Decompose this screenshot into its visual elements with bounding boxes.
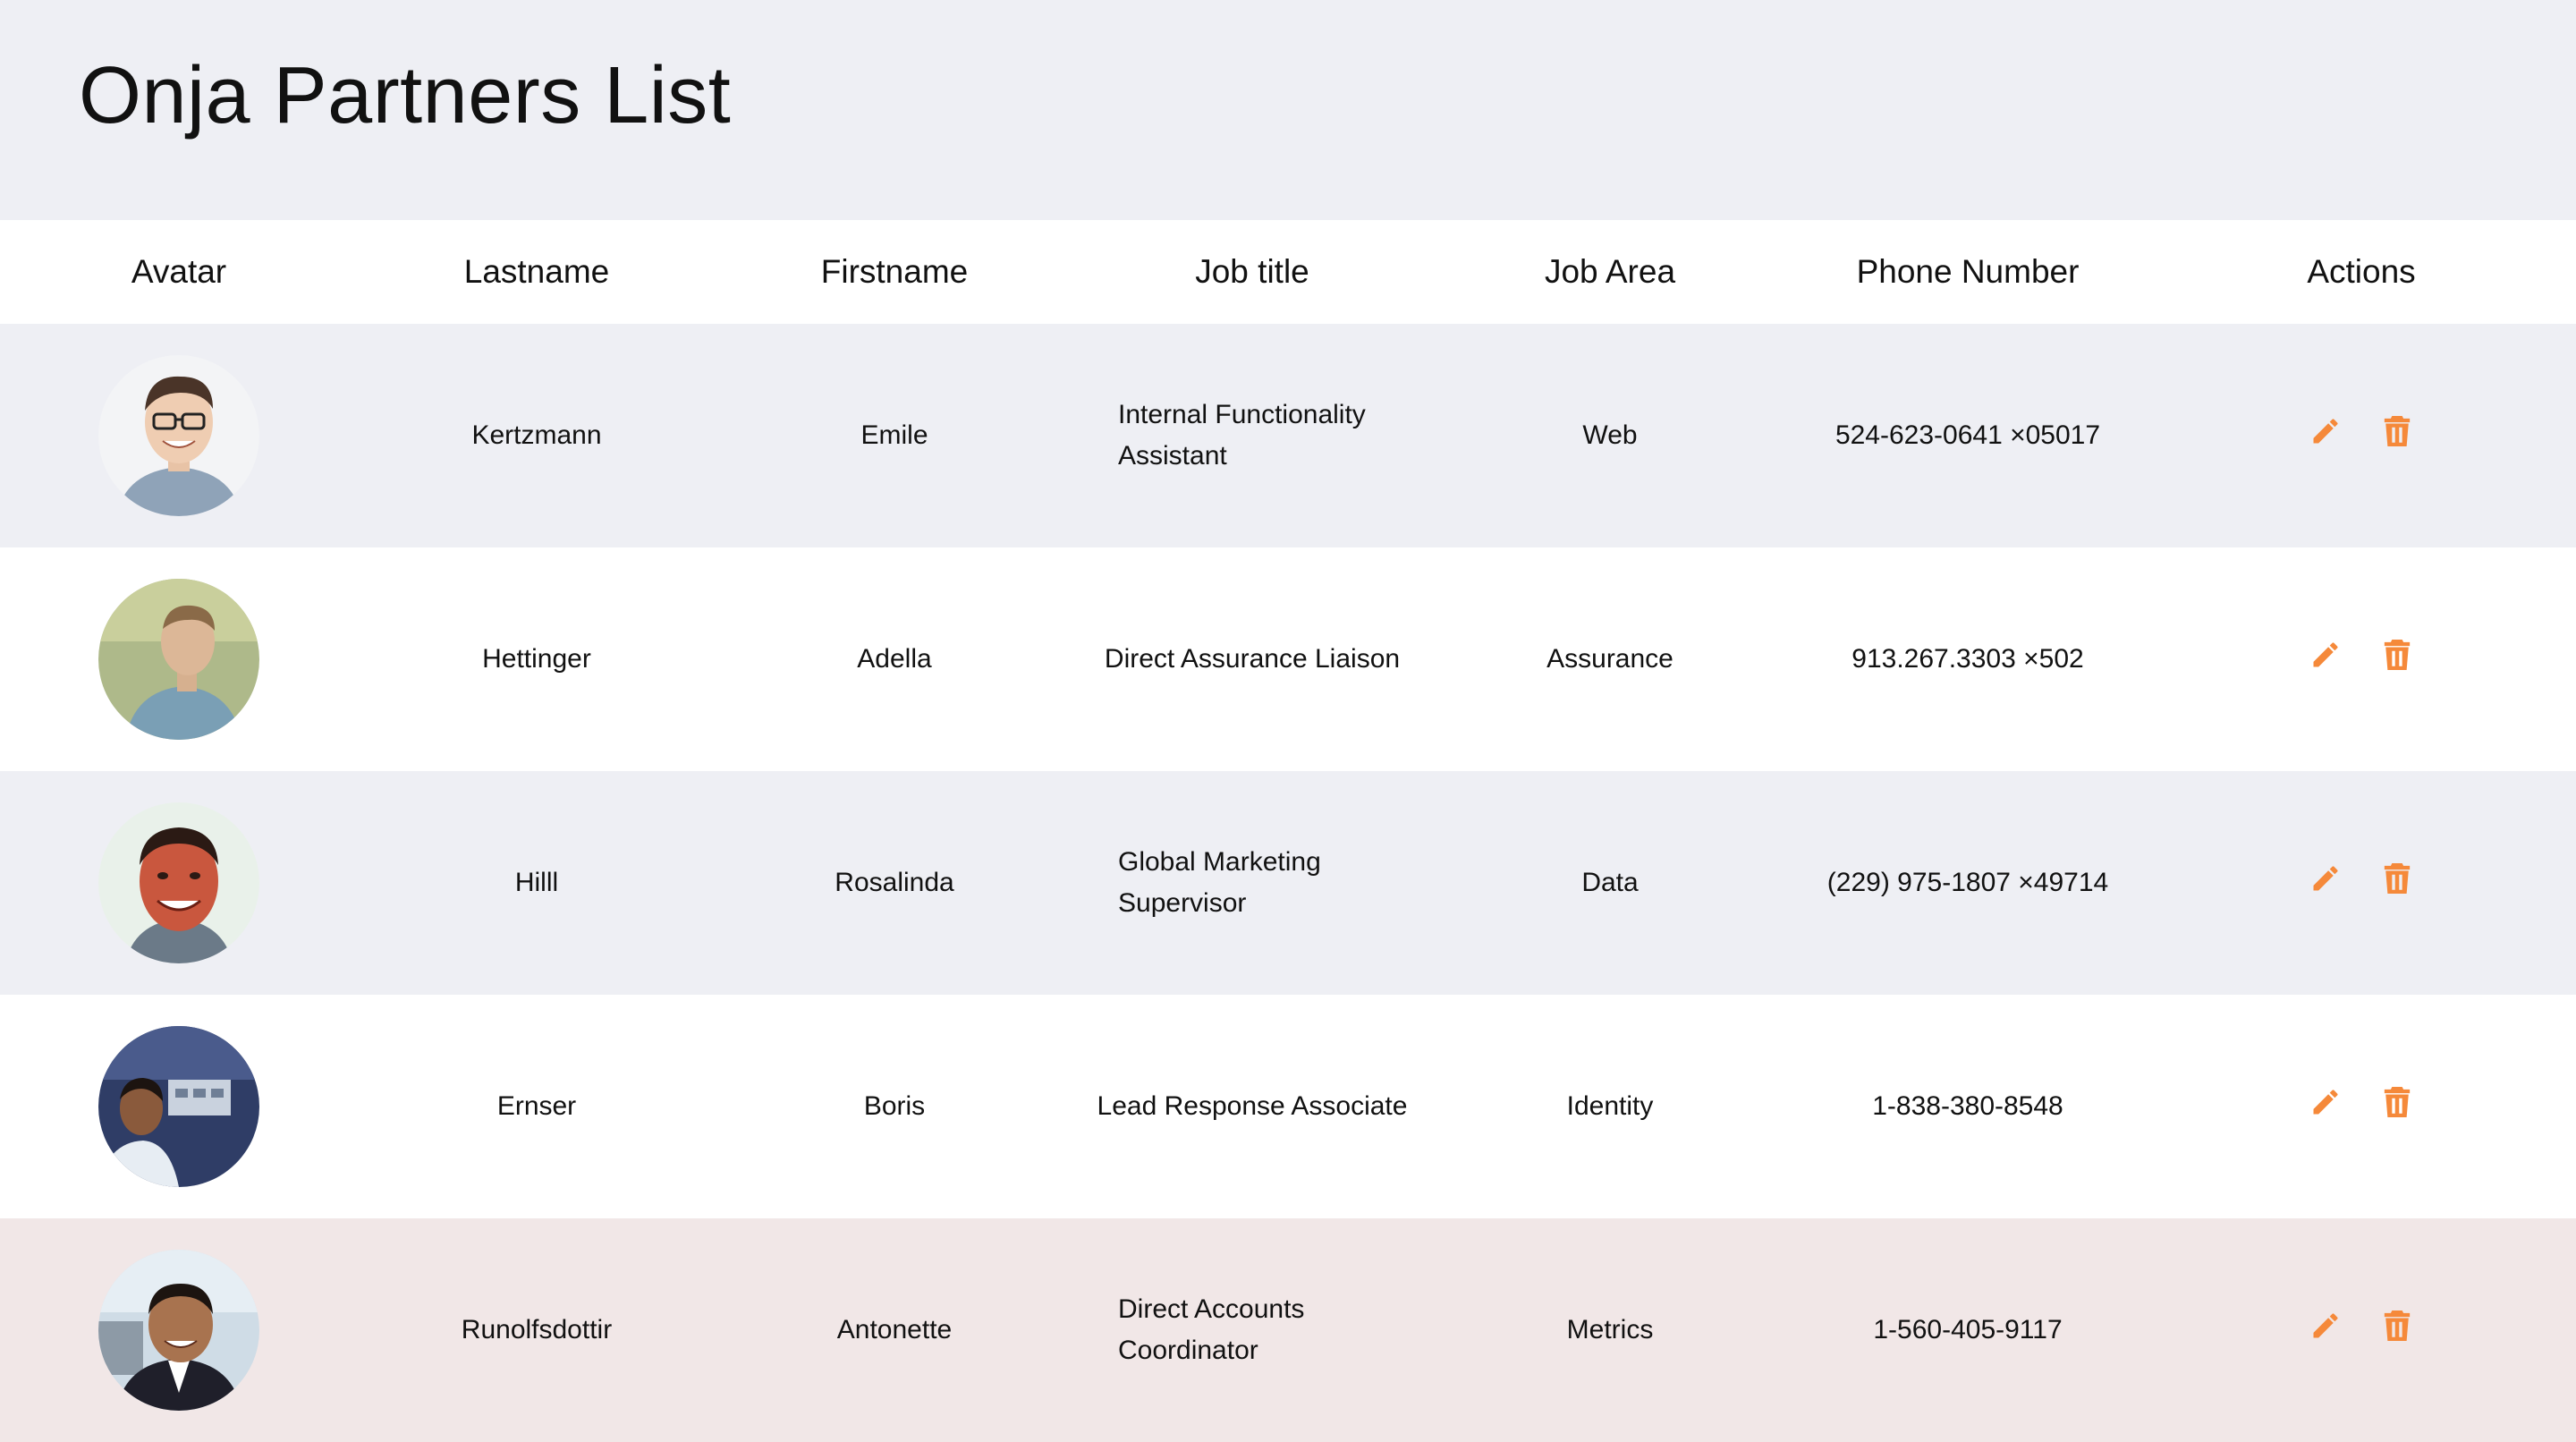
edit-icon (2313, 866, 2338, 891)
column-header-job-area: Job Area (1544, 253, 1676, 290)
delete-button[interactable] (2379, 1082, 2415, 1122)
table-row: Ernser Boris Lead Response Associate Ide… (0, 995, 2576, 1218)
phone-number-cell: 1-560-405-9117 (1873, 1315, 2063, 1344)
delete-button[interactable] (2379, 859, 2415, 898)
job-area-cell: Data (1581, 868, 1639, 897)
job-title-text: Direct Accounts Coordinator (1118, 1294, 1305, 1365)
job-area-cell: Assurance (1546, 644, 1674, 674)
actions-cell (2147, 416, 2576, 451)
table-row: Hilll Rosalinda Global Marketing Supervi… (0, 771, 2576, 995)
avatar-cell (0, 1026, 358, 1187)
avatar-cell (0, 802, 358, 963)
firstname-cell: Rosalinda (835, 868, 954, 897)
job-title-cell: Direct Assurance Liaison (1104, 644, 1401, 674)
trash-icon (2384, 863, 2411, 894)
lastname-cell: Hettinger (482, 644, 591, 674)
job-area-cell: Web (1582, 420, 1638, 450)
avatar-cell (0, 1250, 358, 1411)
edit-button[interactable] (2308, 411, 2343, 451)
actions-cell (2147, 863, 2576, 898)
column-header-actions: Actions (2307, 253, 2416, 290)
job-area-cell: Metrics (1566, 1315, 1654, 1344)
job-title-cell: Global Marketing Supervisor (1073, 842, 1431, 924)
edit-icon (2313, 1313, 2338, 1338)
page-title: Onja Partners List (79, 51, 732, 140)
edit-button[interactable] (2308, 859, 2343, 898)
lastname-cell: Hilll (514, 868, 559, 897)
phone-number-cell: (229) 975-1807 ×49714 (1826, 868, 2109, 897)
edit-icon (2313, 419, 2338, 444)
trash-icon (2384, 640, 2411, 670)
lastname-cell: Runolfsdottir (461, 1315, 613, 1344)
firstname-cell: Emile (860, 420, 928, 450)
edit-button[interactable] (2308, 1082, 2343, 1122)
actions-cell (2147, 640, 2576, 674)
edit-icon (2313, 642, 2338, 667)
phone-number-cell: 1-838-380-8548 (1872, 1091, 2063, 1121)
column-header-phone-number: Phone Number (1856, 253, 2080, 290)
actions-cell (2147, 1311, 2576, 1345)
column-header-job-title: Job title (1195, 253, 1309, 290)
firstname-cell: Boris (863, 1091, 926, 1121)
column-header-lastname: Lastname (463, 253, 610, 290)
trash-icon (2384, 1311, 2411, 1341)
job-title-cell: Internal Functionality Assistant (1073, 394, 1431, 477)
firstname-cell: Adella (857, 644, 932, 674)
avatar (98, 1026, 259, 1187)
delete-button[interactable] (2379, 411, 2415, 451)
avatar (98, 355, 259, 516)
trash-icon (2384, 416, 2411, 446)
lastname-cell: Kertzmann (471, 420, 602, 450)
delete-button[interactable] (2379, 635, 2415, 674)
job-title-text: Global Marketing Supervisor (1118, 847, 1321, 918)
phone-number-cell: 913.267.3303 ×502 (1852, 644, 2084, 674)
avatar-cell (0, 355, 358, 516)
job-title-text: Internal Functionality Assistant (1118, 400, 1366, 471)
lastname-cell: Ernser (496, 1091, 577, 1121)
firstname-cell: Antonette (836, 1315, 953, 1344)
job-title-cell: Lead Response Associate (1097, 1091, 1408, 1121)
phone-number-cell: 524-623-0641 ×05017 (1835, 420, 2101, 450)
page-header: Onja Partners List (0, 0, 2576, 220)
table-row: Hettinger Adella Direct Assurance Liaiso… (0, 547, 2576, 771)
edit-button[interactable] (2308, 635, 2343, 674)
delete-button[interactable] (2379, 1306, 2415, 1345)
edit-icon (2313, 1090, 2338, 1115)
avatar (98, 579, 259, 740)
edit-button[interactable] (2308, 1306, 2343, 1345)
job-area-cell: Identity (1566, 1091, 1654, 1121)
table-row: Kertzmann Emile Internal Functionality A… (0, 324, 2576, 547)
table-header-row: Avatar Lastname Firstname Job title Job … (0, 220, 2576, 324)
avatar (98, 1250, 259, 1411)
actions-cell (2147, 1087, 2576, 1122)
job-title-cell: Direct Accounts Coordinator (1073, 1289, 1431, 1371)
column-header-avatar: Avatar (131, 253, 227, 290)
table-row: Runolfsdottir Antonette Direct Accounts … (0, 1218, 2576, 1442)
avatar-cell (0, 579, 358, 740)
column-header-firstname: Firstname (820, 253, 969, 290)
partners-table: Avatar Lastname Firstname Job title Job … (0, 220, 2576, 1442)
avatar (98, 802, 259, 963)
trash-icon (2384, 1087, 2411, 1117)
